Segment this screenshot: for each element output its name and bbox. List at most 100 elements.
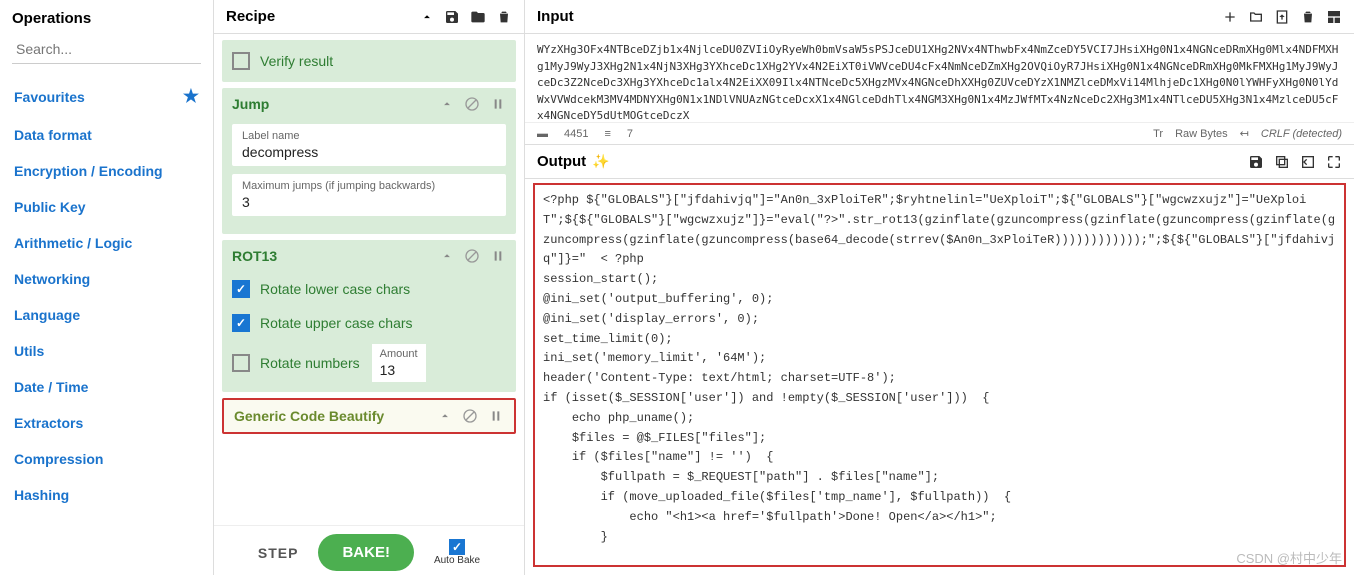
encoding-icon[interactable]: Tr xyxy=(1153,128,1163,140)
checkbox-unchecked[interactable] xyxy=(232,354,250,372)
io-panel: Input WYzXHg3OFx4NTBceDZjb1x4NjlceDU0ZVI… xyxy=(525,0,1354,575)
output-textarea[interactable]: <?php ${"GLOBALS"}["jfdahivjq"]="An0n_3x… xyxy=(533,183,1346,567)
verify-result-label: Verify result xyxy=(260,53,333,69)
auto-bake-toggle[interactable]: Auto Bake xyxy=(434,539,480,566)
category-label: Date / Time xyxy=(14,379,88,395)
bake-button[interactable]: BAKE! xyxy=(318,534,414,571)
line-count-icon: ≡ xyxy=(604,128,610,140)
pause-icon[interactable] xyxy=(488,408,504,424)
checkbox-checked[interactable] xyxy=(449,539,465,555)
clear-icon[interactable] xyxy=(1300,9,1316,25)
category-label: Public Key xyxy=(14,199,86,215)
category-networking[interactable]: Networking xyxy=(12,261,201,297)
auto-bake-label: Auto Bake xyxy=(434,555,480,566)
op-jump[interactable]: Jump Label name decompress Maximum jumps… xyxy=(222,88,516,234)
recipe-title: Recipe xyxy=(226,8,275,25)
category-label: Extractors xyxy=(14,415,83,431)
step-button[interactable]: STEP xyxy=(258,545,299,561)
category-label: Data format xyxy=(14,127,92,143)
category-arithmetic[interactable]: Arithmetic / Logic xyxy=(12,225,201,261)
category-list: Favourites ★ Data format Encryption / Enc… xyxy=(12,76,201,513)
field-value: 13 xyxy=(380,362,418,378)
trash-icon[interactable] xyxy=(496,9,512,25)
replace-input-icon[interactable] xyxy=(1300,154,1316,170)
char-count-icon: ▬ xyxy=(537,128,548,140)
category-label: Compression xyxy=(14,451,103,467)
category-encryption[interactable]: Encryption / Encoding xyxy=(12,153,201,189)
maximize-icon[interactable] xyxy=(1326,154,1342,170)
jump-label-field[interactable]: Label name decompress xyxy=(232,124,506,166)
input-status-bar: ▬ 4451 ≡ 7 Tr Raw Bytes ↤ CRLF (detected) xyxy=(525,122,1354,144)
field-label: Maximum jumps (if jumping backwards) xyxy=(242,180,496,192)
input-section: Input WYzXHg3OFx4NTBceDZjb1x4NjlceDU0ZVI… xyxy=(525,0,1354,145)
chevron-up-icon[interactable] xyxy=(420,10,434,24)
pause-icon[interactable] xyxy=(490,96,506,112)
category-label: Arithmetic / Logic xyxy=(14,235,132,251)
open-file-icon[interactable] xyxy=(1274,9,1290,25)
recipe-footer: STEP BAKE! Auto Bake xyxy=(214,525,524,575)
operations-title: Operations xyxy=(12,10,201,27)
category-data-format[interactable]: Data format xyxy=(12,117,201,153)
pause-icon[interactable] xyxy=(490,248,506,264)
line-count: 7 xyxy=(627,128,633,140)
raw-bytes-label[interactable]: Raw Bytes xyxy=(1175,128,1228,140)
search-input[interactable] xyxy=(12,35,201,64)
rotate-upper-label: Rotate upper case chars xyxy=(260,315,413,331)
op-rot13-title: ROT13 xyxy=(232,248,277,264)
checkbox-unchecked[interactable] xyxy=(232,52,250,70)
category-label: Encryption / Encoding xyxy=(14,163,163,179)
disable-icon[interactable] xyxy=(462,408,478,424)
checkbox-checked[interactable] xyxy=(232,314,250,332)
recipe-header: Recipe xyxy=(214,0,524,34)
recipe-panel: Recipe Verify result Jump Label nam xyxy=(214,0,525,575)
disable-icon[interactable] xyxy=(464,248,480,264)
field-label: Label name xyxy=(242,130,496,142)
category-label: Networking xyxy=(14,271,90,287)
char-count: 4451 xyxy=(564,128,588,140)
category-public-key[interactable]: Public Key xyxy=(12,189,201,225)
input-textarea[interactable]: WYzXHg3OFx4NTBceDZjb1x4NjlceDU0ZVIiOyRye… xyxy=(525,34,1354,122)
field-value: decompress xyxy=(242,144,496,160)
add-tab-icon[interactable] xyxy=(1222,9,1238,25)
eol-label[interactable]: CRLF (detected) xyxy=(1261,128,1342,140)
open-folder-icon[interactable] xyxy=(1248,9,1264,25)
op-verify-result[interactable]: Verify result xyxy=(222,40,516,82)
copy-icon[interactable] xyxy=(1274,154,1290,170)
reset-layout-icon[interactable] xyxy=(1326,9,1342,25)
category-hashing[interactable]: Hashing xyxy=(12,477,201,513)
jump-maxjumps-field[interactable]: Maximum jumps (if jumping backwards) 3 xyxy=(232,174,506,216)
disable-icon[interactable] xyxy=(464,96,480,112)
input-title: Input xyxy=(537,8,574,25)
category-label: Language xyxy=(14,307,80,323)
op-jump-title: Jump xyxy=(232,96,269,112)
save-output-icon[interactable] xyxy=(1248,154,1264,170)
chevron-up-icon[interactable] xyxy=(438,409,452,423)
op-beautify-title: Generic Code Beautify xyxy=(234,408,384,424)
field-label: Amount xyxy=(380,348,418,360)
magic-icon[interactable]: ✨ xyxy=(592,153,609,170)
chevron-up-icon[interactable] xyxy=(440,249,454,263)
eol-arrow-icon: ↤ xyxy=(1240,127,1249,140)
folder-icon[interactable] xyxy=(470,9,486,25)
rotate-lower-label: Rotate lower case chars xyxy=(260,281,410,297)
output-title: Output xyxy=(537,153,586,170)
category-utils[interactable]: Utils xyxy=(12,333,201,369)
op-rot13[interactable]: ROT13 Rotate lower case chars Rotate upp… xyxy=(222,240,516,392)
category-label: Hashing xyxy=(14,487,69,503)
save-icon[interactable] xyxy=(444,9,460,25)
category-label: Favourites xyxy=(14,89,85,105)
field-value: 3 xyxy=(242,194,496,210)
op-beautify[interactable]: Generic Code Beautify xyxy=(222,398,516,434)
operations-panel: Operations Favourites ★ Data format Encry… xyxy=(0,0,214,575)
category-extractors[interactable]: Extractors xyxy=(12,405,201,441)
chevron-up-icon[interactable] xyxy=(440,97,454,111)
category-datetime[interactable]: Date / Time xyxy=(12,369,201,405)
star-icon: ★ xyxy=(183,86,199,107)
category-compression[interactable]: Compression xyxy=(12,441,201,477)
recipe-body: Verify result Jump Label name decompress… xyxy=(214,34,524,525)
amount-field[interactable]: Amount 13 xyxy=(372,344,426,382)
category-language[interactable]: Language xyxy=(12,297,201,333)
watermark: CSDN @村中少年 xyxy=(1236,548,1342,567)
checkbox-checked[interactable] xyxy=(232,280,250,298)
category-favourites[interactable]: Favourites ★ xyxy=(12,76,201,117)
